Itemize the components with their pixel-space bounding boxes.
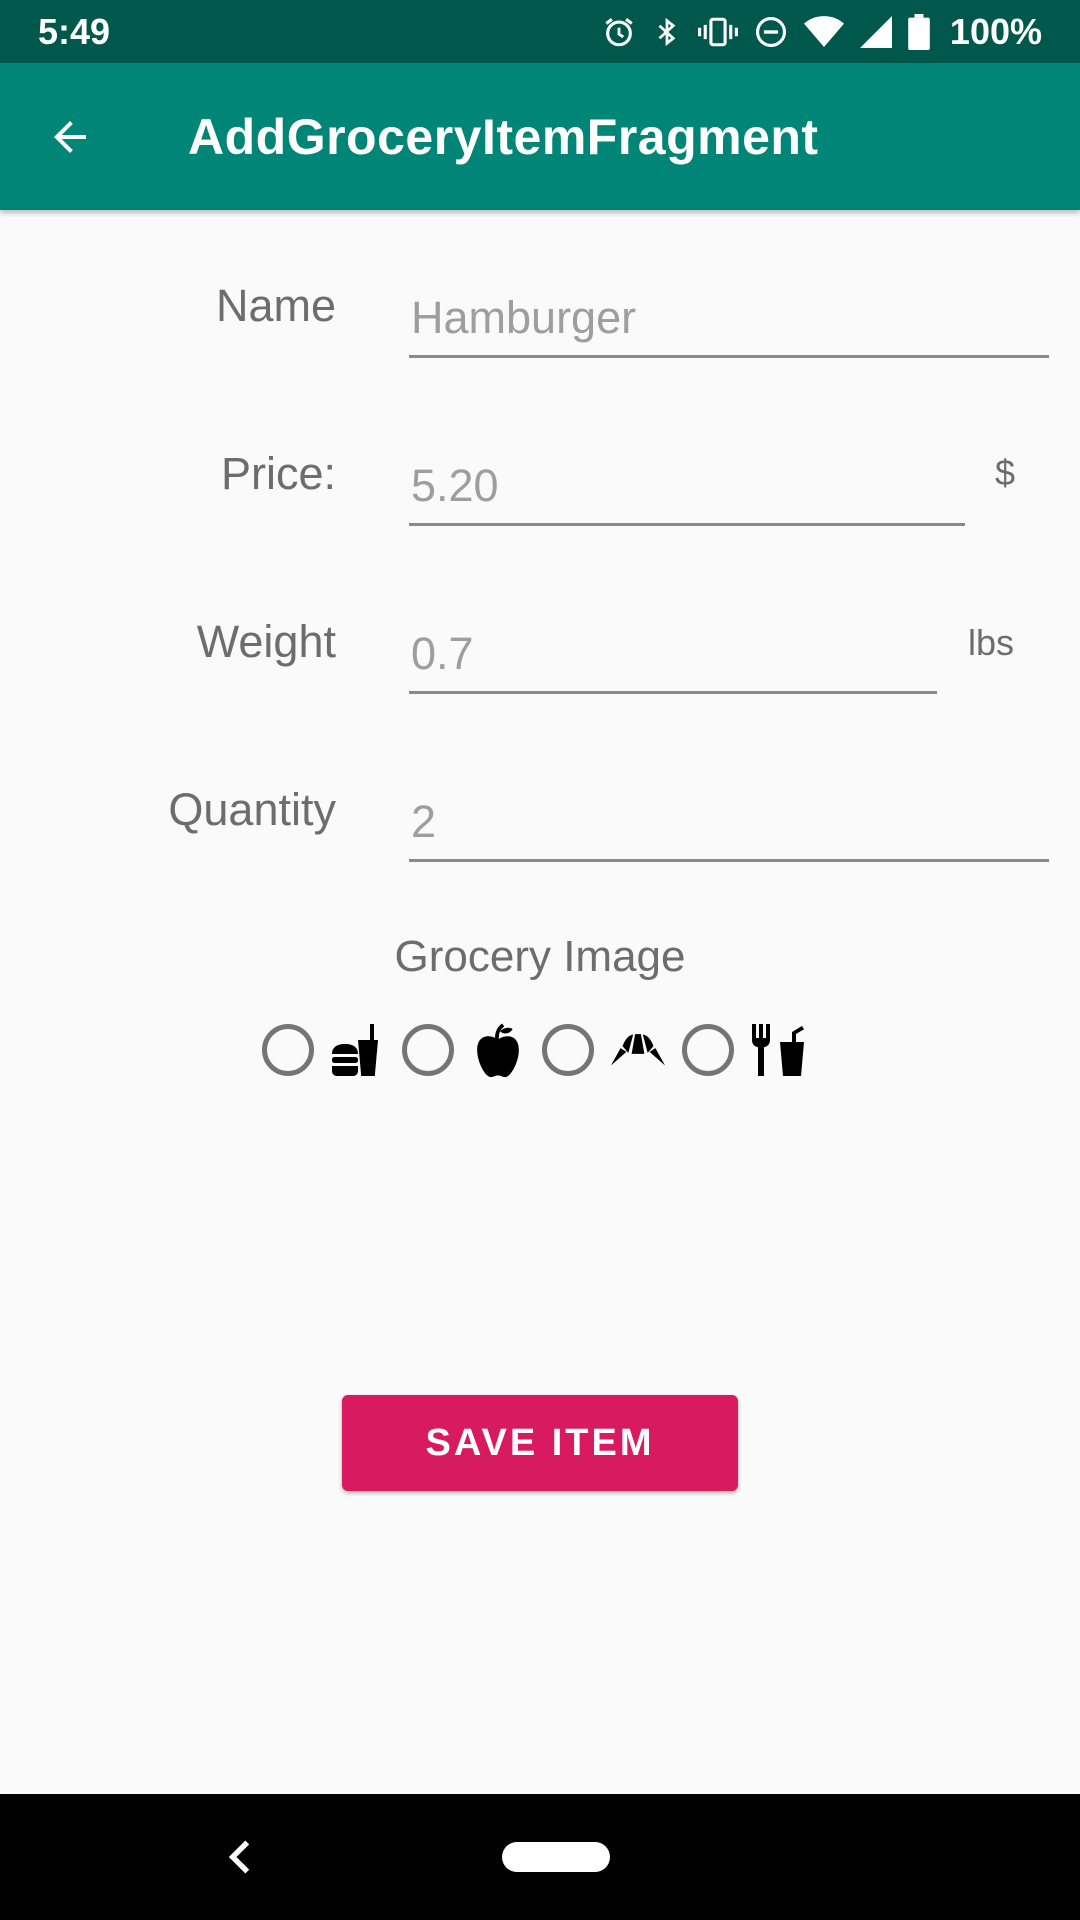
app-bar: AddGroceryItemFragment xyxy=(0,63,1080,210)
signal-icon xyxy=(859,15,892,48)
fastfood-icon xyxy=(328,1020,388,1080)
weight-field[interactable] xyxy=(409,624,937,694)
do-not-disturb-icon xyxy=(755,16,786,47)
grocery-image-options xyxy=(262,1022,822,1078)
fastfood-radio[interactable] xyxy=(262,1024,314,1076)
quantity-label: Quantity xyxy=(168,784,336,835)
weight-unit: lbs xyxy=(968,622,1015,663)
weight-label: Weight xyxy=(196,616,336,667)
back-arrow-icon xyxy=(54,120,86,153)
navigation-bar xyxy=(0,1794,1080,1920)
croissant-radio[interactable] xyxy=(542,1024,594,1076)
price-unit: $ xyxy=(995,452,1016,493)
nav-back-icon[interactable] xyxy=(216,1832,266,1882)
restaurant-radio[interactable] xyxy=(682,1024,734,1076)
croissant-icon xyxy=(608,1020,668,1080)
status-icons: 100% xyxy=(602,11,1042,53)
save-item-button[interactable]: SAVE ITEM xyxy=(342,1395,738,1491)
price-field[interactable] xyxy=(409,456,965,526)
quantity-field[interactable] xyxy=(409,792,1049,862)
battery-percent: 100% xyxy=(949,10,1042,52)
name-label: Name xyxy=(215,280,336,331)
status-time: 5:49 xyxy=(38,10,111,52)
alarm-icon xyxy=(605,17,633,46)
grocery-image-title: Grocery Image xyxy=(394,932,686,981)
vibrate-icon xyxy=(697,17,738,46)
nav-home-button[interactable] xyxy=(502,1842,610,1872)
bluetooth-icon xyxy=(658,17,676,46)
status-bar: 5:49 100% xyxy=(0,0,1080,63)
restaurant-icon xyxy=(748,1020,808,1080)
battery-icon xyxy=(908,13,930,50)
name-field[interactable] xyxy=(409,288,1049,358)
apple-radio[interactable] xyxy=(402,1024,454,1076)
price-label: Price: xyxy=(220,448,336,499)
back-button[interactable] xyxy=(22,89,118,185)
page-title: AddGroceryItemFragment xyxy=(188,108,819,165)
wifi-icon xyxy=(803,15,844,47)
apple-icon xyxy=(468,1020,528,1080)
